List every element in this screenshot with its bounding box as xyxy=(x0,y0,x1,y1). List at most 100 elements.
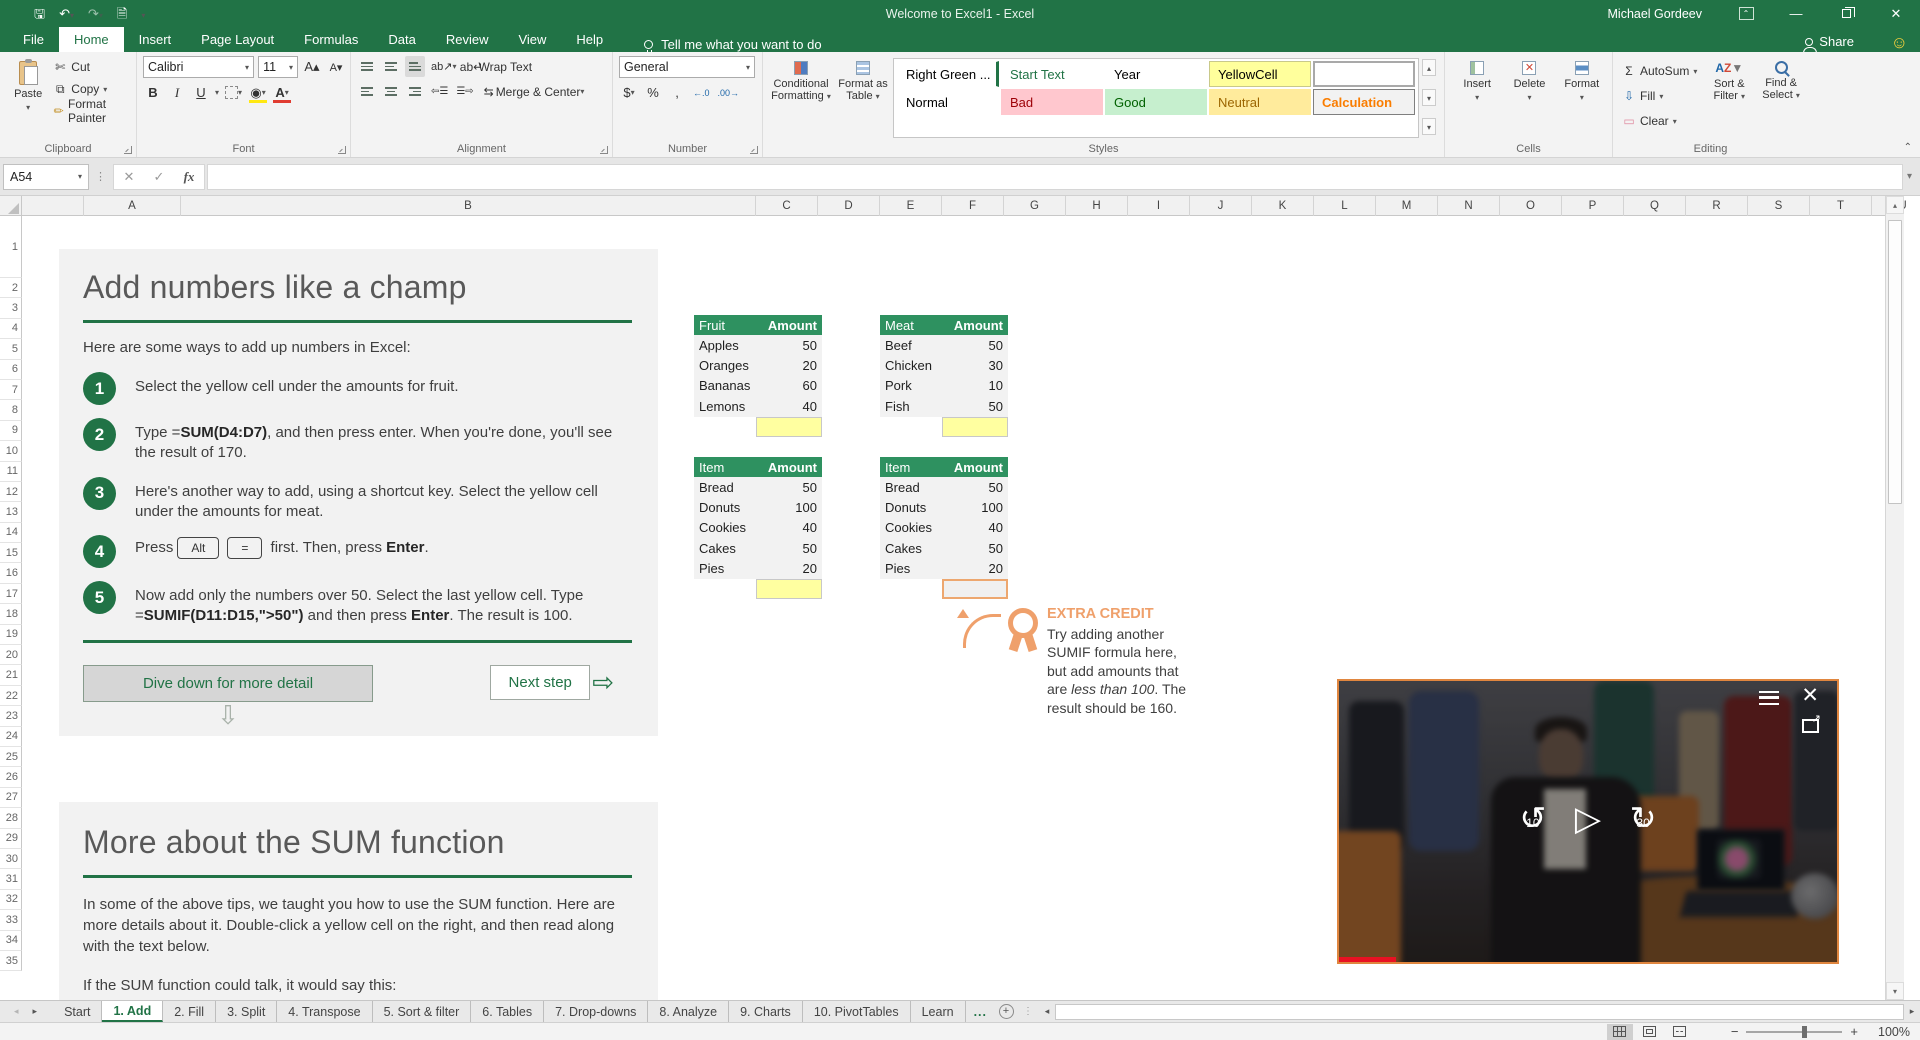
increase-decimal-button[interactable]: ←.0 xyxy=(691,82,712,103)
collapse-ribbon-icon[interactable]: ⌃ xyxy=(1904,142,1912,153)
ribbon-display-options-icon[interactable]: ⌃ xyxy=(1732,2,1760,26)
column-header[interactable]: R xyxy=(1686,196,1748,216)
column-header[interactable]: A xyxy=(84,196,181,216)
item1-header[interactable]: Item xyxy=(694,457,756,477)
scroll-left-icon[interactable]: ◂ xyxy=(1039,1006,1055,1017)
sheet-tab[interactable]: 9. Charts xyxy=(729,1001,803,1022)
increase-font-icon[interactable]: A▴ xyxy=(302,57,322,78)
row-header[interactable]: 35 xyxy=(0,950,22,972)
table-row[interactable]: Chicken 30 xyxy=(880,355,1008,376)
bold-button[interactable]: B xyxy=(143,82,163,103)
table-row[interactable]: Cookies 40 xyxy=(880,517,1008,539)
gallery-down-icon[interactable]: ▾ xyxy=(1422,88,1436,106)
zoom-slider-thumb[interactable] xyxy=(1802,1025,1808,1038)
horizontal-scroll-track[interactable] xyxy=(1055,1003,1904,1020)
rewind-10-button[interactable]: ↺ 10 xyxy=(1513,799,1553,839)
column-header[interactable]: G xyxy=(1004,196,1066,216)
align-left-button[interactable] xyxy=(357,81,377,102)
vertical-scrollbar[interactable]: ▴ ▾ xyxy=(1885,196,1904,1000)
sheet-tab[interactable]: 5. Sort & filter xyxy=(373,1001,472,1022)
paste-button[interactable]: Paste ▾ xyxy=(6,56,50,138)
normal-view-button[interactable] xyxy=(1606,1023,1633,1040)
table-row[interactable]: Cakes 50 xyxy=(880,538,1008,559)
dive-down-button[interactable]: Dive down for more detail xyxy=(83,664,373,702)
sheet-tab[interactable]: 1. Add xyxy=(102,1001,164,1022)
select-all-corner[interactable] xyxy=(0,196,22,216)
table-row[interactable]: Fish 50 xyxy=(880,396,1008,417)
autosum-button[interactable]: Σ AutoSum ▾ xyxy=(1619,60,1700,82)
font-size-select[interactable]: 11 ▾ xyxy=(258,56,298,78)
decrease-decimal-button[interactable]: .00→ xyxy=(716,82,742,103)
customize-qat-icon[interactable]: ▾ xyxy=(141,7,145,20)
save-icon[interactable]: 🖫 xyxy=(34,7,45,20)
row-header[interactable]: 13 xyxy=(0,502,22,523)
video-close-icon[interactable]: ✕ xyxy=(1801,683,1819,708)
align-center-button[interactable] xyxy=(381,81,401,102)
sheet-tab[interactable]: 3. Split xyxy=(216,1001,278,1022)
table-row[interactable]: Cookies 40 xyxy=(694,517,822,539)
column-header[interactable]: F xyxy=(942,196,1004,216)
item1-amount-header[interactable]: Amount xyxy=(756,457,822,477)
cell-style[interactable]: Right Green ... xyxy=(897,61,999,87)
cell-style[interactable]: Neutral xyxy=(1209,89,1311,115)
fruit-amount-header[interactable]: Amount xyxy=(756,315,822,335)
column-header[interactable]: L xyxy=(1314,196,1376,216)
table-row[interactable]: Pies 20 xyxy=(694,558,822,579)
column-header[interactable]: K xyxy=(1252,196,1314,216)
row-header[interactable]: 23 xyxy=(0,706,22,727)
forward-30-button[interactable]: ↻ 30 xyxy=(1623,799,1663,839)
name-box[interactable]: A54 ▾ xyxy=(3,163,89,190)
row-header[interactable]: 24 xyxy=(0,726,22,747)
cell-style[interactable]: Normal xyxy=(897,89,999,115)
delete-cells-button[interactable]: ✕ Delete ▾ xyxy=(1503,56,1555,138)
expand-formula-bar-icon[interactable]: ▾ xyxy=(1907,171,1920,182)
row-header[interactable]: 21 xyxy=(0,665,22,686)
zoom-slider[interactable] xyxy=(1746,1025,1843,1038)
table-row[interactable]: Donuts 100 xyxy=(694,497,822,518)
alignment-dialog-launcher[interactable] xyxy=(600,146,608,154)
percent-button[interactable]: % xyxy=(643,82,663,103)
meat-header[interactable]: Meat xyxy=(880,315,942,335)
sheet-tab[interactable]: 4. Transpose xyxy=(277,1001,373,1022)
gallery-more-icon[interactable]: ▾ xyxy=(1422,118,1436,135)
column-header[interactable]: J xyxy=(1190,196,1252,216)
row-header[interactable]: 10 xyxy=(0,441,22,462)
number-format-select[interactable]: General ▾ xyxy=(619,56,755,78)
fill-button[interactable]: ⇩ Fill ▾ xyxy=(1619,85,1700,107)
cell-style[interactable]: Start Text xyxy=(1001,61,1103,87)
wrap-text-button[interactable]: ab↵ Wrap Text xyxy=(460,56,534,77)
align-right-button[interactable] xyxy=(405,81,425,102)
column-header[interactable] xyxy=(22,196,84,216)
user-name[interactable]: Michael Gordeev xyxy=(1608,7,1703,21)
sheet-tab[interactable]: Start xyxy=(53,1001,103,1022)
format-painter-button[interactable]: ✏ Format Painter xyxy=(50,97,132,125)
table-row[interactable]: Oranges 20 xyxy=(694,355,822,376)
cell-style[interactable]: Bad xyxy=(1001,89,1103,115)
column-header[interactable]: H xyxy=(1066,196,1128,216)
column-header[interactable]: P xyxy=(1562,196,1624,216)
currency-button[interactable]: $ ▾ xyxy=(619,82,639,103)
fruit-yellow-cell[interactable] xyxy=(756,416,822,437)
item2-target-cell[interactable] xyxy=(942,578,1008,599)
row-header[interactable]: 22 xyxy=(0,685,22,707)
row-header[interactable]: 28 xyxy=(0,808,22,829)
borders-button[interactable]: ▾ xyxy=(223,82,244,103)
table-row[interactable]: Pies 20 xyxy=(880,558,1008,579)
fill-color-button[interactable]: ◉ ▾ xyxy=(248,82,268,103)
decrease-indent-button[interactable]: ⇦☰ xyxy=(429,81,450,102)
minimize-button[interactable]: — xyxy=(1782,2,1810,26)
table-row[interactable]: Bread 50 xyxy=(694,477,822,498)
row-header[interactable]: 32 xyxy=(0,889,22,911)
scroll-right-icon[interactable]: ▸ xyxy=(1904,1006,1920,1017)
table-row[interactable]: Pork 10 xyxy=(880,375,1008,397)
row-header[interactable]: 3 xyxy=(0,298,22,319)
row-header[interactable]: 4 xyxy=(0,318,22,340)
row-header[interactable]: 30 xyxy=(0,848,22,870)
column-header[interactable]: C xyxy=(756,196,818,216)
row-header[interactable]: 17 xyxy=(0,583,22,605)
row-header[interactable]: 7 xyxy=(0,379,22,401)
align-top-button[interactable] xyxy=(357,56,377,77)
sheet-tab[interactable]: 7. Drop-downs xyxy=(544,1001,649,1022)
underline-button[interactable]: U xyxy=(191,82,211,103)
item1-yellow-cell[interactable] xyxy=(756,578,822,599)
